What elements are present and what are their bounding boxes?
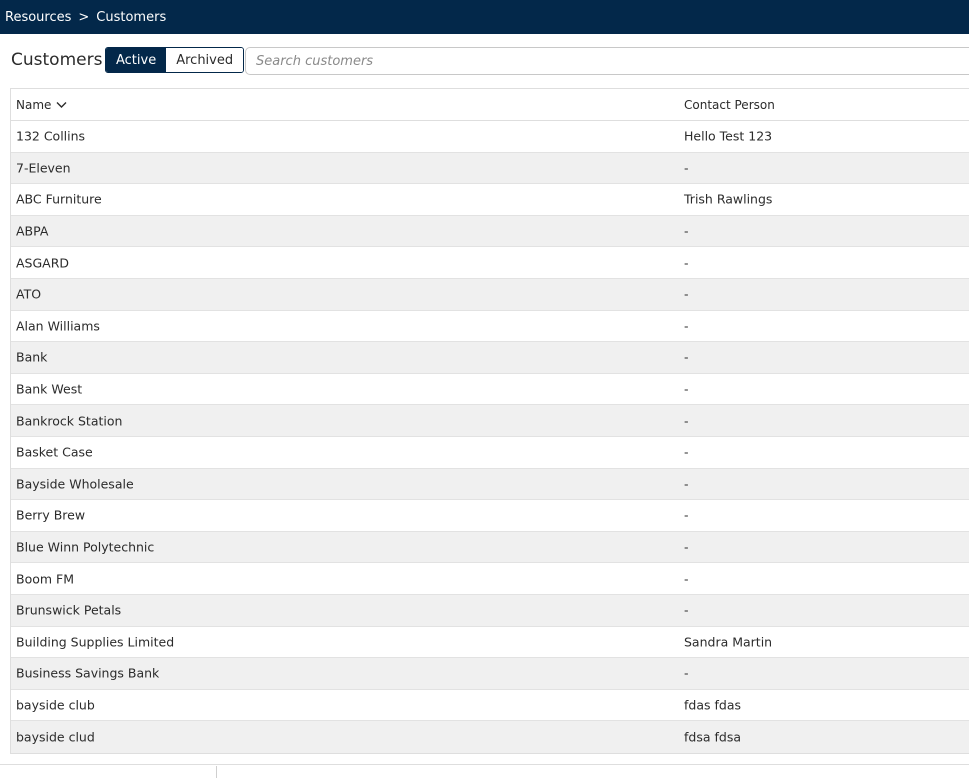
- contact-person-cell: Sandra Martin: [684, 634, 773, 650]
- contact-person-cell: -: [684, 349, 689, 365]
- customers-toolbar: Customers Active Archived: [0, 44, 969, 77]
- contact-person-cell: Trish Rawlings: [684, 191, 773, 207]
- contact-person-cell: -: [684, 665, 689, 681]
- contact-person-cell: -: [684, 381, 689, 397]
- contact-person-cell: -: [684, 539, 689, 555]
- status-filter-toggle: Active Archived: [105, 47, 245, 73]
- table-row[interactable]: Bank -: [11, 342, 969, 374]
- table-row[interactable]: ABPA -: [11, 215, 969, 248]
- contact-person-cell: fdas fdas: [684, 697, 741, 713]
- customer-name-cell: Bankrock Station: [16, 413, 123, 429]
- footer-divider-line: [0, 764, 969, 765]
- table-row[interactable]: Alan Williams -: [11, 311, 969, 343]
- customer-name-cell: bayside club: [16, 697, 95, 713]
- customer-name-cell: 7-Eleven: [16, 160, 71, 176]
- table-row[interactable]: Building Supplies Limited Sandra Martin: [11, 627, 969, 659]
- table-row[interactable]: 132 Collins Hello Test 123: [11, 121, 969, 153]
- chevron-down-icon: [56, 101, 67, 108]
- contact-person-cell: -: [684, 255, 689, 271]
- table-body: 132 Collins Hello Test 123 7-Eleven - ABC Fu…: [11, 121, 969, 753]
- contact-person-cell: -: [684, 602, 689, 618]
- customer-name-cell: ASGARD: [16, 255, 70, 271]
- customer-name-cell: Alan Williams: [16, 318, 100, 334]
- customer-name-cell: Boom FM: [16, 571, 74, 587]
- customer-name-cell: ABC Furniture: [16, 191, 102, 207]
- name-column-label: Name: [16, 97, 52, 112]
- customer-name-cell: 132 Collins: [16, 128, 86, 144]
- customer-name-cell: Business Savings Bank: [16, 665, 160, 681]
- page-title: Customers: [11, 50, 103, 70]
- customers-table: Name Contact Person 132 Collins Hello Tes…: [10, 88, 969, 754]
- customer-name-cell: Building Supplies Limited: [16, 634, 175, 650]
- table-row[interactable]: Basket Case -: [11, 437, 969, 469]
- archived-filter-button[interactable]: Archived: [166, 48, 244, 72]
- contact-person-cell: -: [684, 223, 689, 239]
- customer-name-cell: ATO: [16, 286, 42, 302]
- table-row[interactable]: Brunswick Petals -: [11, 594, 969, 627]
- contact-person-cell: -: [684, 444, 689, 460]
- contact-column-header[interactable]: Contact Person: [684, 98, 775, 112]
- breadcrumb-resources[interactable]: Resources: [5, 10, 71, 25]
- contact-person-cell: -: [684, 571, 689, 587]
- contact-person-cell: -: [684, 507, 689, 523]
- contact-person-cell: Hello Test 123: [684, 128, 773, 144]
- customer-name-cell: bayside clud: [16, 729, 95, 745]
- customer-name-cell: Berry Brew: [16, 507, 86, 523]
- table-row[interactable]: Boom FM -: [11, 563, 969, 595]
- table-row[interactable]: Blue Winn Polytechnic -: [11, 531, 969, 564]
- customer-name-cell: Basket Case: [16, 444, 93, 460]
- table-row[interactable]: ASGARD -: [11, 247, 969, 279]
- contact-person-cell: -: [684, 476, 689, 492]
- table-row[interactable]: bayside clud fdsa fdsa: [11, 721, 969, 753]
- customer-name-cell: Brunswick Petals: [16, 602, 122, 618]
- table-row[interactable]: Bankrock Station -: [11, 405, 969, 437]
- table-row[interactable]: 7-Eleven -: [11, 152, 969, 185]
- name-column-header[interactable]: Name: [16, 98, 67, 112]
- search-input[interactable]: [245, 47, 969, 75]
- customer-name-cell: Bank: [16, 349, 48, 365]
- table-row[interactable]: ATO -: [11, 278, 969, 311]
- top-nav-bar: Resources > Customers: [0, 0, 969, 34]
- table-row[interactable]: Business Savings Bank -: [11, 658, 969, 690]
- contact-person-cell: -: [684, 318, 689, 334]
- breadcrumb-separator: >: [78, 9, 90, 25]
- contact-person-cell: -: [684, 413, 689, 429]
- active-filter-button[interactable]: Active: [106, 48, 167, 72]
- table-row[interactable]: Bayside Wholesale -: [11, 468, 969, 501]
- customer-name-cell: Blue Winn Polytechnic: [16, 539, 155, 555]
- table-row[interactable]: Berry Brew -: [11, 500, 969, 532]
- footer-separator: [216, 766, 217, 778]
- table-header: Name Contact Person: [11, 89, 969, 121]
- contact-person-cell: -: [684, 160, 689, 176]
- breadcrumb-current: Customers: [96, 9, 167, 25]
- customer-name-cell: ABPA: [16, 223, 49, 239]
- table-row[interactable]: ABC Furniture Trish Rawlings: [11, 184, 969, 216]
- customer-name-cell: Bank West: [16, 381, 83, 397]
- customer-name-cell: Bayside Wholesale: [16, 476, 134, 492]
- contact-person-cell: -: [684, 286, 689, 302]
- contact-person-cell: fdsa fdsa: [684, 729, 741, 745]
- table-row[interactable]: Bank West -: [11, 374, 969, 406]
- table-row[interactable]: bayside club fdas fdas: [11, 690, 969, 722]
